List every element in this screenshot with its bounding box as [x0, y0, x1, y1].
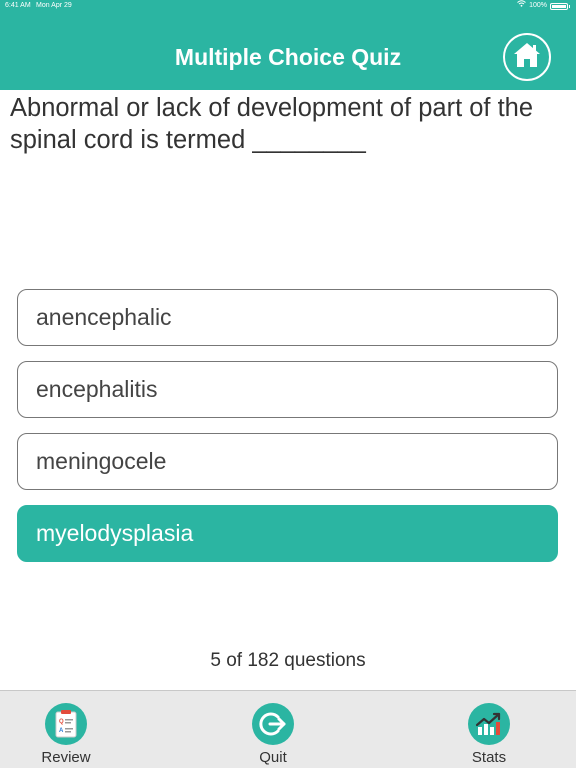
- bottom-tab-bar: Q A Review Quit Stats: [0, 690, 576, 768]
- tab-review[interactable]: Q A Review: [6, 691, 126, 769]
- stats-chart-icon: [468, 703, 510, 745]
- question-text: Abnormal or lack of development of part …: [10, 94, 534, 154]
- tab-quit-label: Quit: [259, 749, 287, 766]
- battery-icon: [550, 2, 570, 10]
- tab-review-label: Review: [41, 749, 91, 766]
- question-progress: 5 of 182 questions: [210, 650, 366, 671]
- answer-option-2[interactable]: encephalitis: [17, 361, 558, 418]
- answer-option-label: encephalitis: [36, 376, 158, 402]
- tab-quit[interactable]: Quit: [213, 691, 333, 769]
- wifi-icon: [517, 0, 526, 12]
- status-indicators: 100%: [517, 0, 570, 12]
- answer-option-label: anencephalic: [36, 304, 172, 330]
- home-button[interactable]: [503, 33, 551, 81]
- battery-percent: 100%: [529, 2, 547, 9]
- answer-option-3[interactable]: meningocele: [17, 433, 558, 490]
- answer-option-label: meningocele: [36, 448, 167, 474]
- status-time: 6:41 AM: [5, 2, 31, 9]
- header-bar: 6:41 AM Mon Apr 29 100% Multiple Choice …: [0, 0, 576, 90]
- tab-stats-label: Stats: [471, 749, 507, 766]
- svg-text:A: A: [59, 728, 64, 734]
- status-date: Mon Apr 29: [36, 2, 72, 9]
- svg-text:Q: Q: [59, 719, 64, 725]
- answer-option-1[interactable]: anencephalic: [17, 289, 558, 346]
- quit-exit-icon: [252, 703, 294, 745]
- status-bar: 6:41 AM Mon Apr 29 100%: [0, 0, 576, 12]
- answer-option-4-selected[interactable]: myelodysplasia: [17, 505, 558, 562]
- tab-stats[interactable]: Stats: [429, 691, 549, 769]
- page-title: Multiple Choice Quiz: [174, 44, 402, 70]
- answer-option-label: myelodysplasia: [36, 520, 194, 546]
- home-icon: [512, 41, 542, 74]
- review-clipboard-icon: Q A: [45, 703, 87, 745]
